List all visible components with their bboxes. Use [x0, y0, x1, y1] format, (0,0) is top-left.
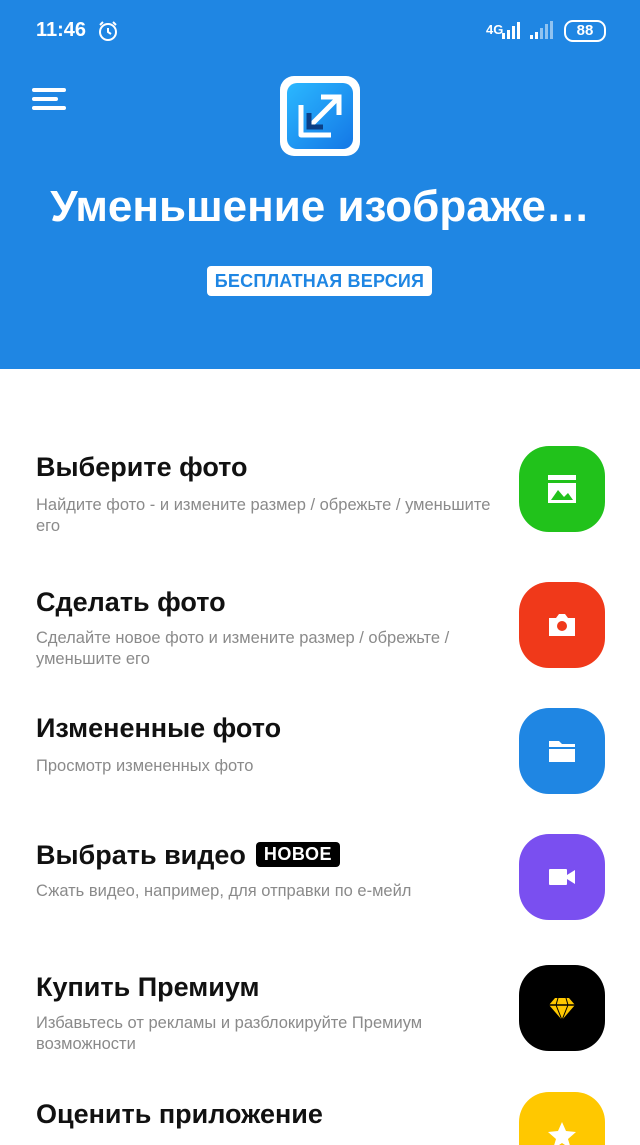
menu-item-description: Избавьтесь от рекламы и разблокируйте Пр… [36, 1014, 423, 1053]
menu-item-buy-premium[interactable]: Купить Премиум Избавьтесь от рекламы и р… [0, 965, 640, 1075]
video-icon [549, 869, 575, 885]
menu-item-select-photo[interactable]: Выберите фото Найдите фото - и измените … [0, 446, 640, 556]
status-time: 11:46 [36, 19, 87, 41]
alarm-icon [99, 21, 117, 41]
menu-item-description: Сделайте новое фото и измените размер / … [36, 629, 450, 668]
take-photo-button[interactable] [519, 582, 605, 668]
new-badge: НОВОЕ [255, 842, 340, 867]
menu-item-take-photo[interactable]: Сделать фото Сделайте новое фото и измен… [0, 582, 640, 692]
diamond-icon [549, 997, 575, 1022]
star-icon [548, 1122, 576, 1145]
signal-secondary-icon [530, 21, 553, 39]
camera-icon [549, 614, 575, 636]
version-badge: БЕСПЛАТНАЯ ВЕРСИЯ [207, 266, 432, 296]
menu-item-title: Выберите фото [36, 452, 248, 482]
buy-premium-button[interactable] [519, 965, 605, 1051]
menu-item-rate-app[interactable]: Оценить приложение [0, 1092, 640, 1145]
select-photo-button[interactable] [519, 446, 605, 532]
menu-item-description: Найдите фото - и измените размер / обреж… [36, 496, 491, 535]
menu-item-title: Оценить приложение [36, 1099, 323, 1129]
folder-icon [549, 741, 575, 762]
resize-arrow-icon [298, 94, 342, 138]
app-logo [280, 76, 360, 156]
menu-item-title: Выбрать видео НОВОЕ [36, 840, 340, 871]
signal-icon [502, 22, 520, 39]
app-header: 11:46 4G 88 Уменьшение изображе… БЕСПЛАТ… [0, 0, 640, 369]
edited-photos-button[interactable] [519, 708, 605, 794]
status-bar: 11:46 4G 88 [0, 0, 640, 62]
battery-indicator: 88 [564, 20, 606, 42]
hamburger-menu-icon[interactable] [32, 86, 66, 112]
menu-item-title: Сделать фото [36, 587, 226, 617]
gallery-icon [548, 475, 576, 503]
rate-app-button[interactable] [519, 1092, 605, 1145]
menu-item-title: Купить Премиум [36, 972, 260, 1002]
menu-item-select-video[interactable]: Выбрать видео НОВОЕ Сжать видео, например… [0, 834, 640, 924]
menu-item-edited-photos[interactable]: Измененные фото Просмотр измененных фото [0, 708, 640, 798]
menu-item-description: Сжать видео, например, для отправки по e… [36, 882, 412, 900]
app-title: Уменьшение изображе… [50, 182, 590, 231]
menu-item-description: Просмотр измененных фото [36, 757, 254, 775]
menu-item-title: Измененные фото [36, 713, 282, 743]
select-video-button[interactable] [519, 834, 605, 920]
